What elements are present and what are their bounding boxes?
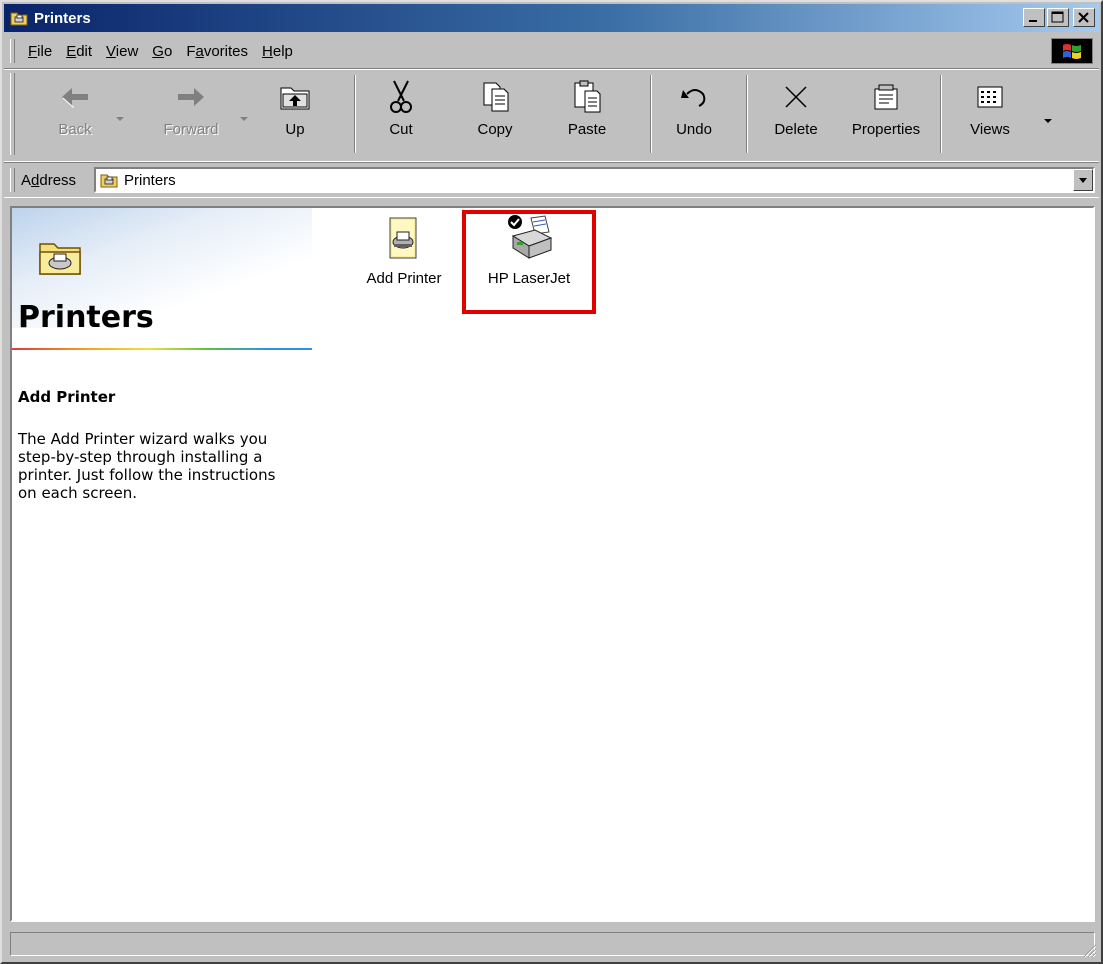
title-bar[interactable]: Printers (4, 4, 1099, 32)
status-bar (4, 926, 1099, 960)
close-button[interactable] (1073, 8, 1095, 27)
back-button[interactable]: Back (44, 75, 106, 155)
toolbar-separator (746, 75, 748, 153)
menu-grip[interactable] (10, 39, 15, 63)
highlight-box (462, 210, 596, 314)
properties-icon (866, 77, 906, 117)
maximize-button[interactable] (1047, 8, 1069, 27)
views-dropdown-arrow[interactable] (1044, 119, 1052, 123)
toolbar-separator (354, 75, 356, 153)
properties-button[interactable]: Properties (844, 75, 928, 155)
folder-view[interactable]: Printers Add Printer The Add Printer wiz… (10, 206, 1095, 922)
address-label: Address (21, 171, 77, 189)
resize-grip-icon[interactable] (1081, 942, 1097, 958)
address-grip[interactable] (10, 168, 15, 192)
toolbar-separator (940, 75, 942, 153)
rainbow-divider (12, 348, 312, 350)
views-grid-icon (970, 77, 1010, 117)
views-button[interactable]: Views (962, 75, 1018, 155)
delete-button[interactable]: Delete (768, 75, 824, 155)
undo-icon (674, 77, 714, 117)
undo-button[interactable]: Undo (668, 75, 720, 155)
toolbar-separator (650, 75, 652, 153)
printers-folder-icon (100, 172, 118, 188)
scissors-icon (381, 77, 421, 117)
forward-arrow-icon (171, 77, 211, 117)
delete-x-icon (776, 77, 816, 117)
copy-icon (475, 77, 515, 117)
add-printer-icon (380, 214, 428, 262)
minimize-icon (1029, 20, 1037, 22)
add-printer-item[interactable]: Add Printer (354, 214, 454, 287)
menu-favorites[interactable]: Favorites (179, 43, 255, 60)
menu-help[interactable]: Help (255, 43, 300, 60)
address-value: Printers (124, 171, 176, 189)
standard-toolbar: Back Forward Up Cut Copy Paste Undo Dele… (4, 68, 1099, 162)
page-title: Printers (18, 300, 154, 335)
back-arrow-icon (55, 77, 95, 117)
windows-logo-icon (1051, 38, 1093, 64)
up-button[interactable]: Up (272, 75, 318, 155)
copy-button[interactable]: Copy (470, 75, 520, 155)
paste-button[interactable]: Paste (560, 75, 614, 155)
address-bar: Address Printers (4, 162, 1099, 198)
up-folder-icon (275, 77, 315, 117)
selected-item-title: Add Printer (18, 388, 116, 406)
address-dropdown-button[interactable] (1073, 169, 1093, 191)
close-icon (1078, 12, 1089, 23)
back-dropdown-arrow[interactable] (116, 117, 124, 121)
minimize-button[interactable] (1023, 8, 1045, 27)
status-panel (10, 932, 1095, 956)
selected-item-description: The Add Printer wizard walks you step-by… (18, 430, 276, 502)
printers-folder-large-icon (38, 238, 81, 275)
toolbar-grip[interactable] (10, 73, 15, 155)
menu-view[interactable]: View (99, 43, 145, 60)
explorer-window: Printers File Edit View Go Favorites Hel… (0, 0, 1103, 964)
printers-folder-icon (10, 10, 28, 26)
paste-clipboard-icon (567, 77, 607, 117)
menu-bar: File Edit View Go Favorites Help (4, 36, 1099, 66)
cut-button[interactable]: Cut (378, 75, 424, 155)
forward-button[interactable]: Forward (152, 75, 230, 155)
menu-edit[interactable]: Edit (59, 43, 99, 60)
maximize-icon (1051, 11, 1064, 23)
address-input[interactable]: Printers (94, 167, 1095, 193)
menu-go[interactable]: Go (145, 43, 179, 60)
window-title: Printers (34, 9, 91, 27)
menu-file[interactable]: File (21, 43, 59, 60)
web-view-pane: Printers Add Printer The Add Printer wiz… (12, 208, 312, 920)
forward-dropdown-arrow[interactable] (240, 117, 248, 121)
